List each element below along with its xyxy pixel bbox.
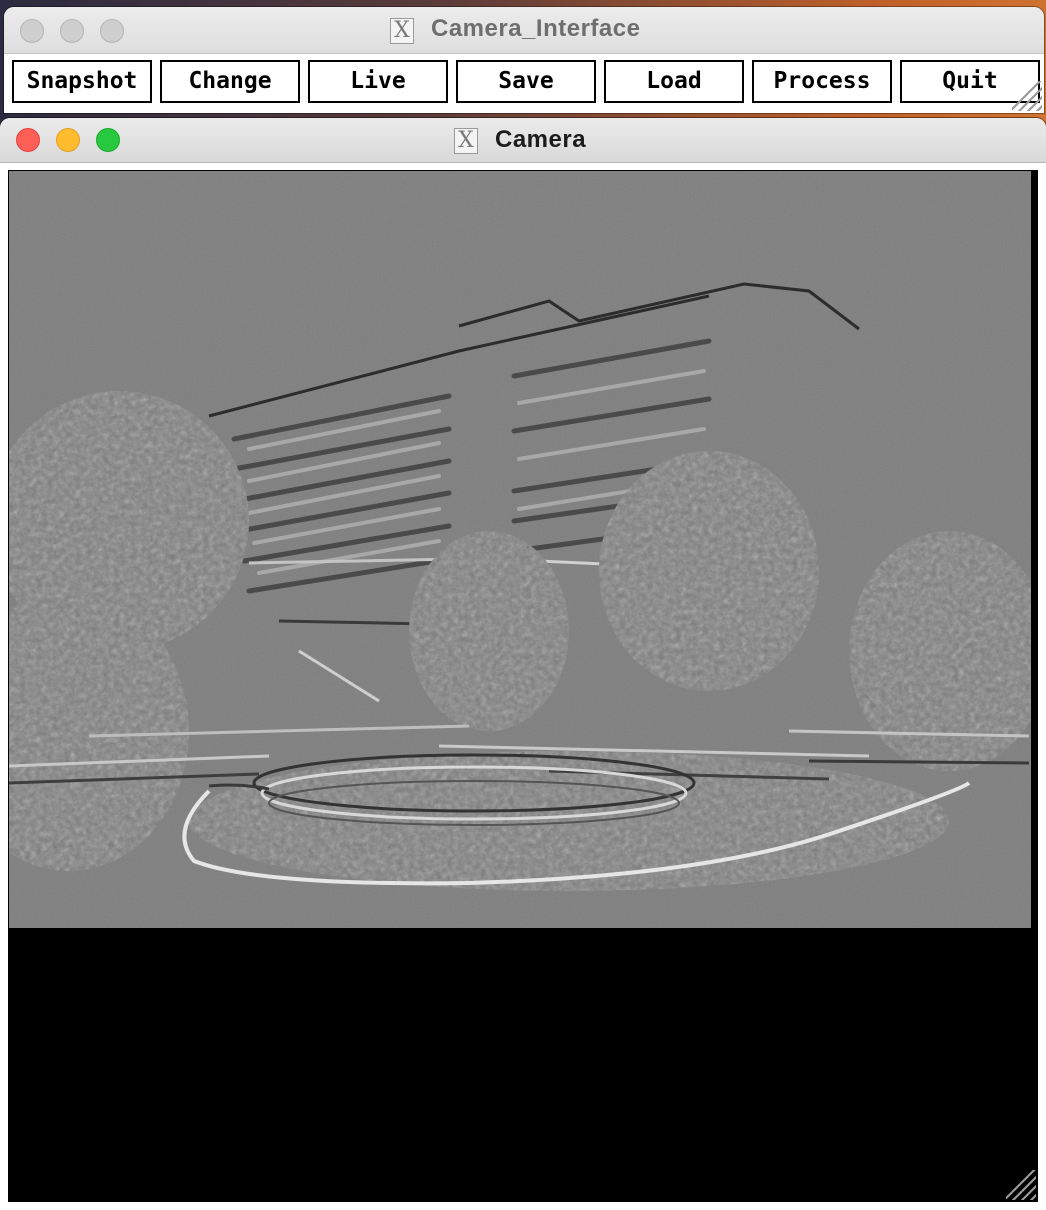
camera-titlebar[interactable]: X Camera: [0, 118, 1046, 163]
resize-grip-icon[interactable]: [1012, 81, 1042, 111]
camera-image: [9, 171, 1031, 928]
close-button[interactable]: [20, 19, 44, 43]
camera-interface-window: X Camera_Interface Snapshot Change Live …: [4, 7, 1044, 113]
zoom-button[interactable]: [96, 128, 120, 152]
desktop-background: X Camera_Interface Snapshot Change Live …: [0, 0, 1046, 1210]
interface-titlebar[interactable]: X Camera_Interface: [4, 7, 1044, 54]
camera-canvas[interactable]: [8, 170, 1038, 1202]
save-button[interactable]: Save: [456, 60, 596, 103]
x11-app-icon: X: [390, 18, 414, 44]
resize-grip-icon[interactable]: [1006, 1170, 1036, 1200]
live-button[interactable]: Live: [308, 60, 448, 103]
window-title: Camera_Interface: [431, 15, 641, 42]
button-toolbar: Snapshot Change Live Save Load Process Q…: [4, 54, 1044, 113]
close-button[interactable]: [16, 128, 40, 152]
edge-filtered-photo: [9, 171, 1031, 928]
change-button[interactable]: Change: [160, 60, 300, 103]
zoom-button[interactable]: [100, 19, 124, 43]
load-button[interactable]: Load: [604, 60, 744, 103]
camera-window: X Camera: [0, 118, 1046, 1210]
window-title: Camera: [495, 126, 587, 153]
snapshot-button[interactable]: Snapshot: [12, 60, 152, 103]
x11-app-icon: X: [454, 128, 478, 154]
minimize-button[interactable]: [60, 19, 84, 43]
minimize-button[interactable]: [56, 128, 80, 152]
process-button[interactable]: Process: [752, 60, 892, 103]
